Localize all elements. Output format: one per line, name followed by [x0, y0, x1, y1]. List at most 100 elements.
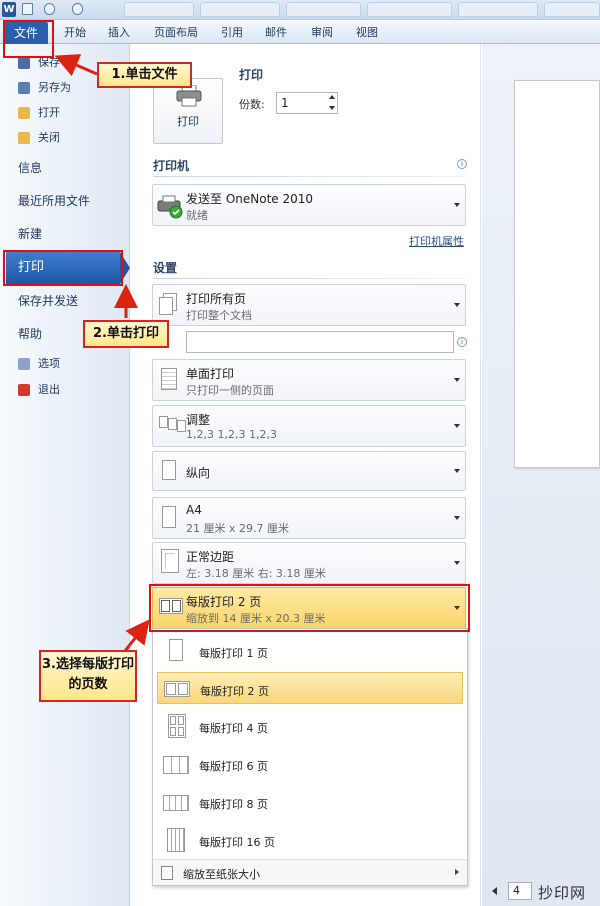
- print-button-label: 打印: [177, 115, 199, 128]
- prev-page-icon[interactable]: [492, 887, 497, 895]
- nav-recent[interactable]: 最近所用文件: [18, 190, 90, 212]
- one-page-icon: [163, 639, 189, 663]
- close-folder-icon: [18, 132, 30, 144]
- printer-properties-link[interactable]: 打印机属性: [409, 233, 464, 249]
- orientation-dropdown[interactable]: 纵向: [152, 451, 466, 491]
- nav-help[interactable]: 帮助: [18, 323, 42, 345]
- callout-step3: 3.选择每版打印的页数: [39, 650, 137, 702]
- menu-item-label: 每版打印 16 页: [199, 836, 275, 849]
- scale-to-paper-item[interactable]: 缩放至纸张大小: [153, 859, 467, 885]
- info-icon[interactable]: i: [457, 337, 467, 347]
- four-pages-icon: [163, 714, 189, 738]
- menu-item-6-pages[interactable]: 每版打印 6 页: [157, 748, 463, 780]
- menu-item-label: 每版打印 1 页: [199, 647, 268, 660]
- printer-dropdown[interactable]: 发送至 OneNote 2010 就绪: [152, 184, 466, 226]
- six-pages-icon: [163, 752, 189, 776]
- pages-per-sheet-menu: 每版打印 1 页 每版打印 2 页 每版打印 4 页 每版打印 6 页 每版打印…: [152, 628, 468, 886]
- spin-down-icon[interactable]: [329, 106, 335, 110]
- sixteen-pages-icon: [163, 828, 189, 852]
- chevron-down-icon: [454, 424, 460, 428]
- exit-icon: [18, 384, 30, 396]
- open-folder-icon: [18, 107, 30, 119]
- menu-item-label: 每版打印 4 页: [199, 722, 268, 735]
- sides-dropdown[interactable]: 单面打印 只打印一侧的页面: [152, 359, 466, 401]
- menu-item-label: 每版打印 8 页: [199, 798, 268, 811]
- tab-view[interactable]: 视图: [356, 22, 378, 44]
- tab-review[interactable]: 审阅: [311, 22, 333, 44]
- chevron-down-icon: [454, 303, 460, 307]
- nav-save-as-label: 另存为: [38, 81, 71, 94]
- menu-item-1-page[interactable]: 每版打印 1 页: [157, 635, 463, 667]
- page-number-input[interactable]: 4: [508, 882, 532, 900]
- section-divider: [153, 278, 466, 279]
- paper-size-desc: 21 厘米 x 29.7 厘米: [186, 522, 289, 535]
- menu-item-label: 每版打印 2 页: [200, 685, 269, 698]
- margins-desc: 左: 3.18 厘米 右: 3.18 厘米: [186, 567, 326, 580]
- copies-value: 1: [281, 96, 289, 110]
- margins-label: 正常边距: [186, 550, 235, 564]
- menu-item-label: 每版打印 6 页: [199, 760, 268, 773]
- nav-open-label: 打开: [38, 106, 60, 119]
- paper-icon: [159, 506, 181, 532]
- print-range-label: 打印所有页: [186, 292, 247, 306]
- collate-desc: 1,2,3 1,2,3 1,2,3: [186, 428, 277, 441]
- paper-size-dropdown[interactable]: A4 21 厘米 x 29.7 厘米: [152, 497, 466, 539]
- pages-input[interactable]: [186, 331, 454, 353]
- menu-item-16-pages[interactable]: 每版打印 16 页: [157, 824, 463, 856]
- undo-icon[interactable]: [44, 3, 55, 15]
- chevron-down-icon: [454, 378, 460, 382]
- copies-spinner[interactable]: 1: [276, 92, 338, 114]
- watermark: 抄印网: [538, 884, 587, 902]
- tab-insert[interactable]: 插入: [108, 22, 130, 44]
- tab-page-layout[interactable]: 页面布局: [154, 22, 198, 44]
- nav-options-label: 选项: [38, 357, 60, 370]
- highlight-print-nav: [3, 250, 123, 286]
- taskbar-tab[interactable]: [124, 2, 194, 17]
- page-preview: [514, 80, 600, 468]
- paper-size-label: A4: [186, 503, 202, 517]
- nav-exit-label: 退出: [38, 383, 60, 396]
- info-icon[interactable]: i: [457, 159, 467, 169]
- nav-new[interactable]: 新建: [18, 223, 42, 245]
- sides-desc: 只打印一侧的页面: [186, 384, 274, 397]
- printer-section-title: 打印机: [153, 159, 190, 173]
- scale-icon: [161, 866, 173, 880]
- print-title: 打印: [239, 68, 264, 82]
- save-icon[interactable]: [22, 3, 33, 15]
- collate-label: 调整: [186, 413, 211, 427]
- one-sided-icon: [159, 368, 181, 394]
- chevron-down-icon: [454, 561, 460, 565]
- collate-dropdown[interactable]: 调整 1,2,3 1,2,3 1,2,3: [152, 405, 466, 447]
- chevron-down-icon: [454, 516, 460, 520]
- word-logo-icon: W: [2, 2, 16, 17]
- printer-ready-icon: [157, 195, 183, 219]
- scale-to-paper-label: 缩放至纸张大小: [183, 868, 260, 881]
- taskbar-tab[interactable]: [200, 2, 280, 17]
- section-divider: [153, 176, 466, 177]
- nav-info[interactable]: 信息: [18, 157, 42, 179]
- nav-save-send[interactable]: 保存并发送: [18, 290, 78, 312]
- menu-item-2-pages[interactable]: 每版打印 2 页: [157, 672, 463, 704]
- orientation-label: 纵向: [186, 466, 211, 480]
- tab-mailings[interactable]: 邮件: [265, 22, 287, 44]
- chevron-down-icon: [454, 203, 460, 207]
- redo-icon[interactable]: [72, 3, 83, 15]
- spin-up-icon[interactable]: [329, 95, 335, 99]
- settings-section-title: 设置: [153, 261, 178, 275]
- nav-close-label: 关闭: [38, 131, 60, 144]
- tab-home[interactable]: 开始: [64, 22, 86, 44]
- tab-references[interactable]: 引用: [221, 22, 243, 44]
- taskbar-tab[interactable]: [458, 2, 538, 17]
- chevron-right-icon: [455, 869, 459, 875]
- taskbar-tab[interactable]: [286, 2, 361, 17]
- save-icon: [18, 57, 30, 69]
- taskbar-tab[interactable]: [544, 2, 600, 17]
- print-range-dropdown[interactable]: 打印所有页 打印整个文档: [152, 284, 466, 326]
- printer-icon: [176, 85, 202, 107]
- menu-item-8-pages[interactable]: 每版打印 8 页: [157, 786, 463, 818]
- taskbar-tab[interactable]: [367, 2, 452, 17]
- menu-item-4-pages[interactable]: 每版打印 4 页: [157, 710, 463, 742]
- highlight-file-tab: [3, 20, 54, 58]
- save-as-icon: [18, 82, 30, 94]
- margins-dropdown[interactable]: 正常边距 左: 3.18 厘米 右: 3.18 厘米: [152, 542, 466, 584]
